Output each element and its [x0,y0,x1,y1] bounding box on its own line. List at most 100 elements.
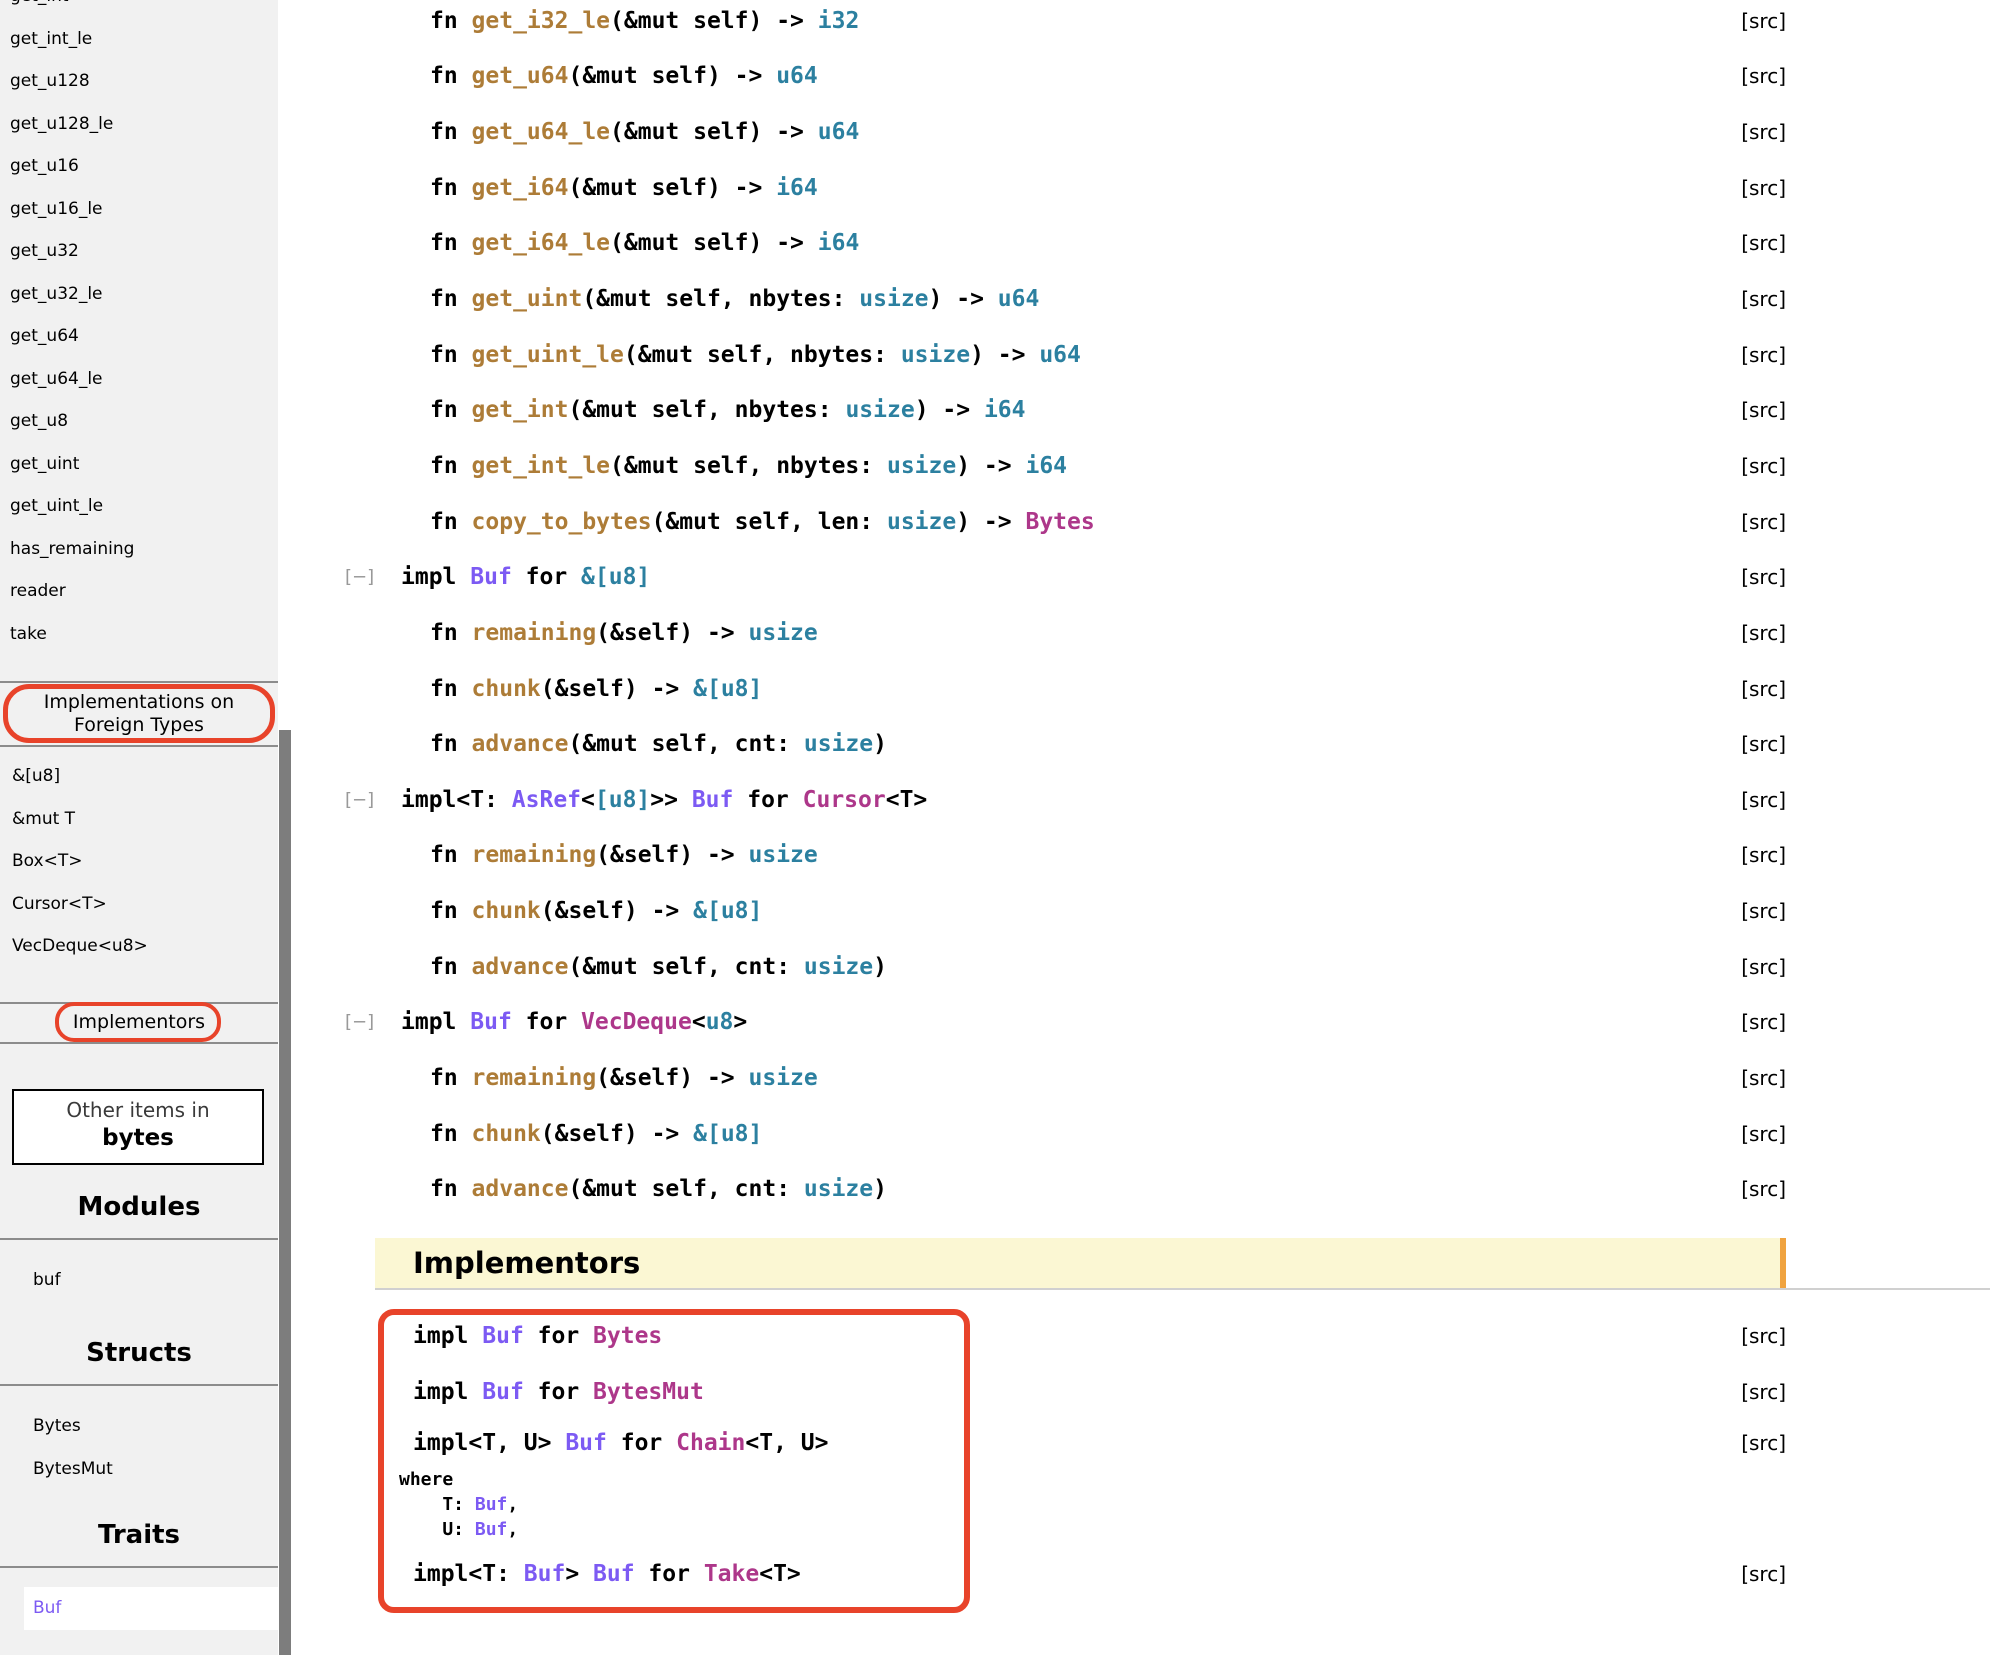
code-link-prim[interactable]: i64 [818,230,860,256]
code-link-trait[interactable]: Buf [475,1494,508,1515]
sidebar-header-foreign-types[interactable]: Implementations on Foreign Types [0,683,278,745]
code-link-prim[interactable]: u64 [776,63,818,89]
src-link[interactable]: [src] [1741,1177,1786,1201]
code-link-fn[interactable]: get_i32_le [472,8,610,34]
sidebar-item-get_u64[interactable]: get_u64 [0,315,278,358]
code-link-struct[interactable]: Cursor [803,787,886,813]
src-link[interactable]: [src] [1741,120,1786,144]
code-link-fn[interactable]: get_int [472,397,569,423]
code-link-trait[interactable]: Buf [482,1323,524,1349]
code-link-fn[interactable]: copy_to_bytes [472,509,652,535]
sidebar-item-foreign-type[interactable]: &[u8] [0,755,278,798]
code-link-prim[interactable]: i64 [1025,453,1067,479]
code-link-trait[interactable]: Buf [593,1561,635,1587]
code-link-prim[interactable]: u64 [1039,342,1081,368]
sidebar-item-buf[interactable]: buf [0,1259,278,1302]
sidebar-item-foreign-type[interactable]: VecDeque<u8> [0,925,278,968]
code-link-trait[interactable]: Buf [565,1430,607,1456]
src-link[interactable]: [src] [1741,398,1786,422]
code-link-prim[interactable]: usize [887,509,956,535]
src-link[interactable]: [src] [1741,343,1786,367]
code-link-prim[interactable]: u64 [998,286,1040,312]
code-link-prim[interactable]: usize [859,286,928,312]
code-link-prim[interactable]: [u8] [595,787,650,813]
code-link-fn[interactable]: chunk [472,1121,541,1147]
src-link[interactable]: [src] [1741,176,1786,200]
sidebar-item-get_uint[interactable]: get_uint [0,443,278,486]
sidebar-header-implementors[interactable]: Implementors [0,1004,278,1042]
code-link-prim[interactable]: &[u8] [581,564,650,590]
sidebar-item-bytesmut[interactable]: BytesMut [0,1448,278,1491]
src-link[interactable]: [src] [1741,843,1786,867]
src-link[interactable]: [src] [1741,677,1786,701]
src-link[interactable]: [src] [1741,1010,1786,1034]
sidebar-item-get_u32[interactable]: get_u32 [0,230,278,273]
sidebar-item-get_u8[interactable]: get_u8 [0,400,278,443]
src-link[interactable]: [src] [1741,732,1786,756]
code-link-struct[interactable]: Take [704,1561,759,1587]
code-link-struct[interactable]: Bytes [1025,509,1094,535]
sidebar-item-has_remaining[interactable]: has_remaining [0,528,278,571]
code-link-prim[interactable]: usize [749,1065,818,1091]
sidebar-item-get_u128[interactable]: get_u128 [0,60,278,103]
code-link-trait[interactable]: Buf [470,564,512,590]
collapse-toggle[interactable]: [−] [345,789,374,810]
code-link-trait[interactable]: Buf [475,1519,508,1540]
sidebar-item-get_int_le[interactable]: get_int_le [0,18,278,61]
sidebar-item-get_u32_le[interactable]: get_u32_le [0,273,278,316]
code-link-prim[interactable]: &[u8] [693,898,762,924]
src-link[interactable]: [src] [1741,1066,1786,1090]
code-link-fn[interactable]: remaining [472,1065,597,1091]
sidebar-item-get_int[interactable]: get_int [0,0,278,18]
code-link-prim[interactable]: u64 [818,119,860,145]
sidebar-item-get_u16[interactable]: get_u16 [0,145,278,188]
src-link[interactable]: [src] [1741,955,1786,979]
sidebar-item-get_u16_le[interactable]: get_u16_le [0,188,278,231]
code-link-prim[interactable]: &[u8] [693,1121,762,1147]
code-link-prim[interactable]: i64 [984,397,1026,423]
code-link-fn[interactable]: remaining [472,842,597,868]
code-link-struct[interactable]: Bytes [593,1323,662,1349]
src-link[interactable]: [src] [1741,899,1786,923]
code-link-prim[interactable]: usize [901,342,970,368]
src-link[interactable]: [src] [1741,565,1786,589]
code-link-fn[interactable]: chunk [472,898,541,924]
code-link-fn[interactable]: get_i64_le [472,230,610,256]
src-link[interactable]: [src] [1741,1380,1786,1404]
src-link[interactable]: [src] [1741,64,1786,88]
code-link-fn[interactable]: remaining [472,620,597,646]
sidebar-item-foreign-type[interactable]: Box<T> [0,840,278,883]
code-link-trait[interactable]: Buf [470,1009,512,1035]
code-link-trait[interactable]: Buf [482,1379,524,1405]
code-link-trait[interactable]: AsRef [512,787,581,813]
src-link[interactable]: [src] [1741,788,1786,812]
collapse-toggle[interactable]: [−] [345,1012,374,1033]
code-link-fn[interactable]: chunk [472,676,541,702]
code-link-prim[interactable]: usize [804,1176,873,1202]
code-link-fn[interactable]: advance [472,731,569,757]
code-link-fn[interactable]: get_u64_le [472,119,610,145]
code-link-struct[interactable]: VecDeque [581,1009,692,1035]
code-link-prim[interactable]: &[u8] [693,676,762,702]
code-link-fn[interactable]: get_u64 [472,63,569,89]
code-link-fn[interactable]: advance [472,954,569,980]
src-link[interactable]: [src] [1741,454,1786,478]
code-link-prim[interactable]: usize [749,620,818,646]
code-link-prim[interactable]: usize [804,731,873,757]
code-link-trait[interactable]: Buf [692,787,734,813]
other-items-in-crate-link[interactable]: Other items in bytes [12,1089,264,1165]
code-link-struct[interactable]: BytesMut [593,1379,704,1405]
code-link-trait[interactable]: Buf [524,1561,566,1587]
sidebar-item-foreign-type[interactable]: &mut T [0,798,278,841]
code-link-prim[interactable]: usize [887,453,956,479]
code-link-struct[interactable]: Chain [676,1430,745,1456]
sidebar-item-take[interactable]: take [0,613,278,656]
code-link-fn[interactable]: get_uint [472,286,583,312]
collapse-toggle[interactable]: [−] [345,567,374,588]
code-link-prim[interactable]: u8 [706,1009,734,1035]
sidebar-item-get_u128_le[interactable]: get_u128_le [0,103,278,146]
code-link-fn[interactable]: get_int_le [472,453,610,479]
src-link[interactable]: [src] [1741,1324,1786,1348]
src-link[interactable]: [src] [1741,510,1786,534]
sidebar-scrollbar-thumb[interactable] [279,730,291,1655]
